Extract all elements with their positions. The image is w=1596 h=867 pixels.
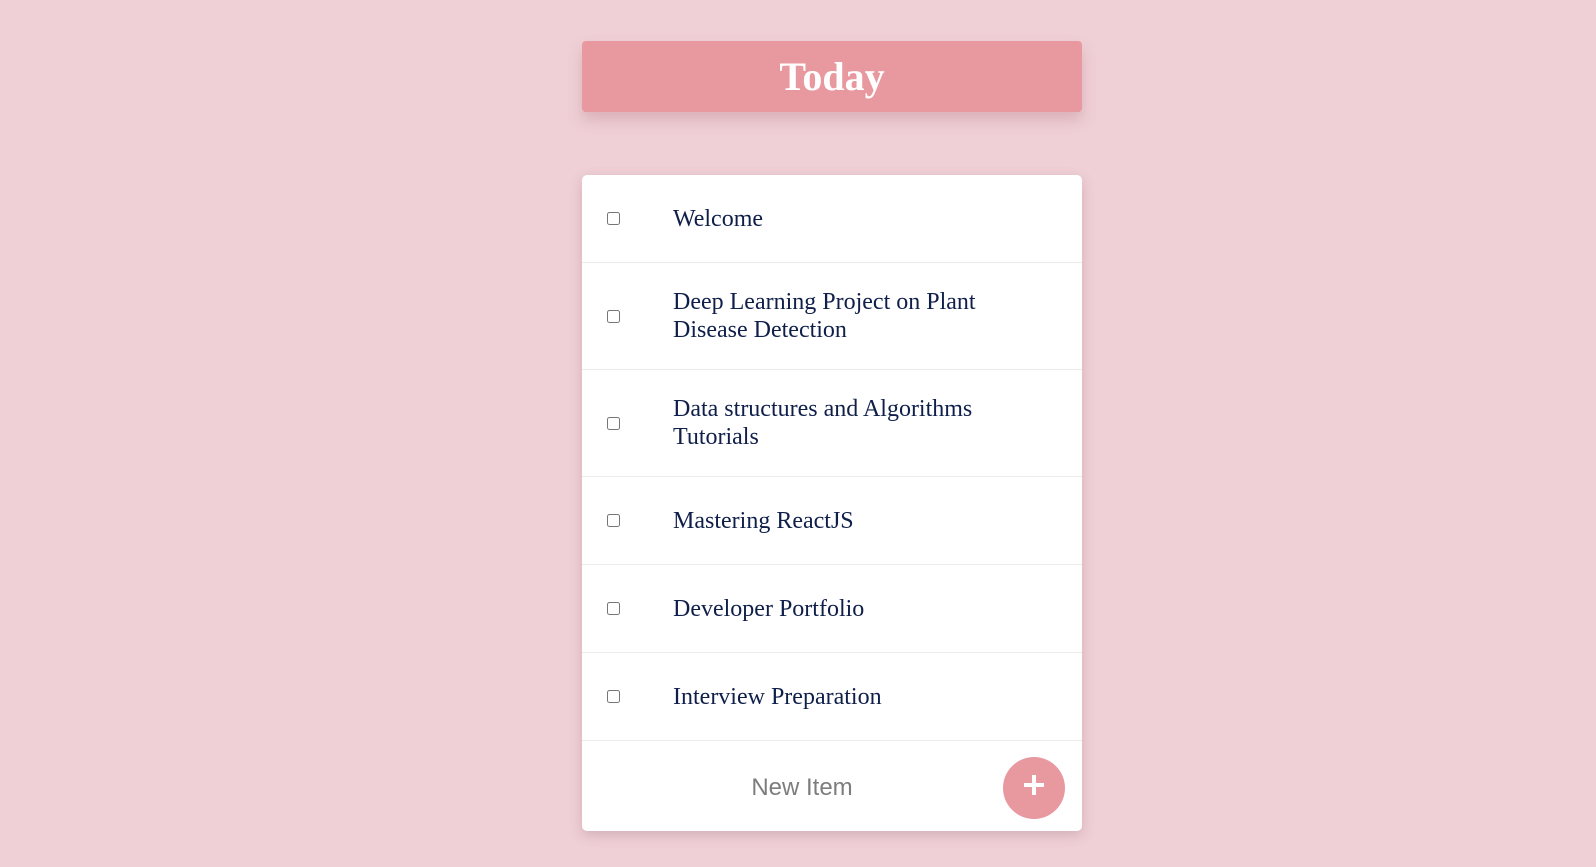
item-label: Data structures and Algorithms Tutorials	[673, 396, 973, 450]
item-label: Deep Learning Project on Plant Disease D…	[673, 289, 976, 343]
item-label: Welcome	[673, 205, 764, 232]
add-item-button[interactable]	[1003, 757, 1065, 819]
todo-list: Welcome Deep Learning Project on Plant D…	[582, 175, 1082, 741]
heading-box: Today	[582, 41, 1082, 112]
todo-card: Welcome Deep Learning Project on Plant D…	[582, 175, 1082, 831]
item-label: Mastering ReactJS	[673, 507, 854, 534]
item-checkbox[interactable]	[607, 602, 620, 615]
plus-icon	[1024, 775, 1044, 795]
list-item: Interview Preparation	[582, 653, 1082, 741]
item-checkbox[interactable]	[607, 690, 620, 703]
list-item: Mastering ReactJS	[582, 477, 1082, 565]
list-item: Deep Learning Project on Plant Disease D…	[582, 263, 1082, 370]
list-item: Data structures and Algorithms Tutorials	[582, 370, 1082, 477]
item-checkbox[interactable]	[607, 309, 620, 323]
list-item: Developer Portfolio	[582, 565, 1082, 653]
list-item: Welcome	[582, 175, 1082, 263]
new-item-form	[582, 744, 1082, 831]
item-label: Interview Preparation	[673, 683, 882, 710]
item-label: Developer Portfolio	[673, 595, 865, 622]
item-checkbox[interactable]	[607, 514, 620, 527]
item-checkbox[interactable]	[607, 416, 620, 430]
item-checkbox[interactable]	[607, 212, 620, 225]
new-item-input[interactable]	[622, 766, 982, 810]
page-title: Today	[779, 53, 885, 99]
